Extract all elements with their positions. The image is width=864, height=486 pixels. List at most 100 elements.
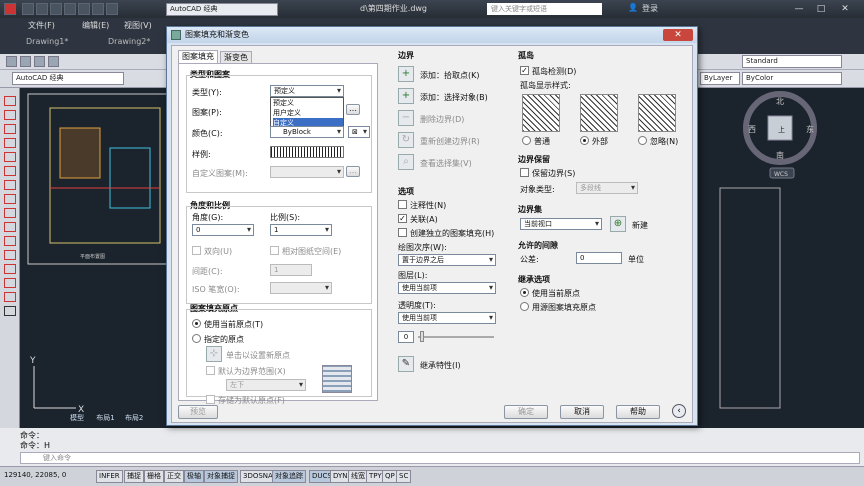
status-polar[interactable]: 极轴 (184, 470, 204, 483)
type-option-predefined[interactable]: 预定义 (273, 98, 343, 108)
spacing-input[interactable]: 1 (270, 264, 312, 276)
minimize-icon[interactable]: — (790, 2, 808, 16)
origin-position-dropdown[interactable]: 左下 (226, 379, 306, 391)
workspace-title-combo[interactable]: AutoCAD 经典 (166, 3, 278, 16)
tab-hatch[interactable]: 图案填充 (178, 50, 218, 63)
layer-dropdown[interactable]: 使用当前项 (398, 282, 496, 294)
text-style-combo[interactable]: Standard (742, 55, 842, 68)
object-type-dropdown[interactable]: 多段线 (576, 182, 638, 194)
preview-button[interactable]: 预览 (178, 405, 218, 419)
cancel-button[interactable]: 取消 (560, 405, 604, 419)
ellipse-icon[interactable] (4, 194, 16, 204)
doc-tab-drawing1[interactable]: Drawing1* (26, 37, 68, 46)
status-snap[interactable]: 捕捉 (124, 470, 144, 483)
tab-gradient[interactable]: 渐变色 (220, 51, 252, 63)
remove-boundaries-icon[interactable]: − (398, 110, 414, 126)
login-link[interactable]: 登录 (642, 3, 658, 14)
custom-pattern-dropdown[interactable] (270, 166, 344, 178)
transparency-slider-thumb[interactable] (420, 331, 424, 342)
store-default-origin-checkbox[interactable] (206, 395, 215, 404)
transparency-number[interactable]: 0 (398, 331, 414, 343)
color-combo[interactable]: ByColor (742, 72, 842, 85)
recreate-boundary-icon[interactable]: ↻ (398, 132, 414, 148)
draw-order-dropdown[interactable]: 置于边界之后 (398, 254, 496, 266)
relative-paper-checkbox[interactable] (270, 246, 279, 255)
close-icon[interactable]: ✕ (836, 2, 854, 16)
saveas-icon[interactable] (64, 3, 76, 15)
view-selection-icon[interactable]: ⌕ (398, 154, 414, 170)
pattern-swatch[interactable] (270, 146, 344, 158)
print-icon[interactable] (78, 3, 90, 15)
status-infer[interactable]: INFER (96, 470, 123, 483)
inherit-current-origin-radio[interactable] (520, 288, 529, 297)
tab-layout2[interactable]: 布局2 (125, 414, 143, 422)
retain-boundaries-checkbox[interactable] (520, 168, 529, 177)
angle-dropdown[interactable]: 0 (192, 224, 254, 236)
type-option-user[interactable]: 用户定义 (273, 108, 343, 118)
default-boundary-checkbox[interactable] (206, 366, 215, 375)
command-input[interactable]: 键入命令 (20, 452, 860, 464)
menu-view[interactable]: 视图(V) (124, 20, 152, 31)
tab-layout1[interactable]: 布局1 (96, 414, 114, 422)
island-ignore-image[interactable] (638, 94, 676, 132)
undo-icon[interactable] (92, 3, 104, 15)
maximize-icon[interactable]: □ (812, 2, 830, 16)
island-ignore-radio[interactable] (638, 136, 647, 145)
doc-tab-drawing2[interactable]: Drawing2* (108, 37, 150, 46)
collapse-options-icon[interactable]: ‹ (672, 404, 686, 418)
new-icon[interactable] (22, 3, 34, 15)
ok-button[interactable]: 确定 (504, 405, 548, 419)
user-icon[interactable]: 👤 (628, 3, 638, 12)
save-icon[interactable] (50, 3, 62, 15)
island-outer-radio[interactable] (580, 136, 589, 145)
viewcube[interactable]: 上 北 东 南 西 WCS (743, 91, 817, 179)
transparency-slider[interactable] (418, 336, 494, 338)
hatch-icon[interactable] (4, 250, 16, 260)
table-icon[interactable] (4, 292, 16, 302)
background-color-dropdown[interactable]: ⊠ (348, 126, 370, 138)
island-detect-checkbox[interactable]: ✓ (520, 66, 529, 75)
specified-origin-radio[interactable] (192, 334, 201, 343)
insert-block-icon[interactable] (4, 208, 16, 218)
inherit-properties-label[interactable]: 继承特性(I) (420, 360, 461, 371)
open-icon[interactable] (36, 3, 48, 15)
boundary-set-dropdown[interactable]: 当前视口 (520, 218, 602, 230)
workspace-combo[interactable]: AutoCAD 经典 (12, 72, 124, 85)
status-lwt[interactable]: 线宽 (348, 470, 368, 483)
separate-hatches-checkbox[interactable] (398, 228, 407, 237)
tool-icon[interactable] (20, 56, 31, 67)
gradient-icon[interactable] (4, 264, 16, 274)
annotative-checkbox[interactable] (398, 200, 407, 209)
island-outer-image[interactable] (580, 94, 618, 132)
add-pick-points-icon[interactable]: + (398, 66, 414, 82)
redo-icon[interactable] (106, 3, 118, 15)
inherit-source-origin-radio[interactable] (520, 302, 529, 311)
scale-dropdown[interactable]: 1 (270, 224, 332, 236)
line-icon[interactable] (4, 96, 16, 106)
recreate-boundary-label[interactable]: 重新创建边界(R) (420, 136, 480, 147)
circle-icon[interactable] (4, 166, 16, 176)
double-checkbox[interactable] (192, 246, 201, 255)
tolerance-input[interactable]: 0 (576, 252, 622, 264)
use-current-origin-radio[interactable] (192, 319, 201, 328)
transparency-dropdown[interactable]: 使用当前项 (398, 312, 496, 324)
add-select-objects-label[interactable]: 添加：选择对象(B) (420, 92, 488, 103)
color-dropdown[interactable]: ByBlock (270, 126, 344, 138)
tab-model[interactable]: 模型 (70, 414, 84, 422)
pattern-browse-button[interactable]: … (346, 104, 360, 115)
add-select-objects-icon[interactable]: + (398, 88, 414, 104)
make-block-icon[interactable] (4, 222, 16, 232)
mtext-icon[interactable] (4, 306, 16, 316)
custom-pattern-browse-button[interactable]: … (346, 166, 360, 177)
view-selection-label[interactable]: 查看选择集(V) (420, 158, 472, 169)
rectangle-icon[interactable] (4, 138, 16, 148)
status-grid[interactable]: 栅格 (144, 470, 164, 483)
dialog-close-button[interactable]: ✕ (663, 29, 693, 41)
associative-checkbox[interactable]: ✓ (398, 214, 407, 223)
polyline-icon[interactable] (4, 110, 16, 120)
menu-file[interactable]: 文件(F) (28, 20, 55, 31)
search-input[interactable]: 键入关键字或短语 (487, 3, 602, 15)
remove-boundaries-label[interactable]: 删除边界(D) (420, 114, 464, 125)
add-pick-points-label[interactable]: 添加：拾取点(K) (420, 70, 480, 81)
status-otrack[interactable]: 对象追踪 (272, 470, 306, 483)
